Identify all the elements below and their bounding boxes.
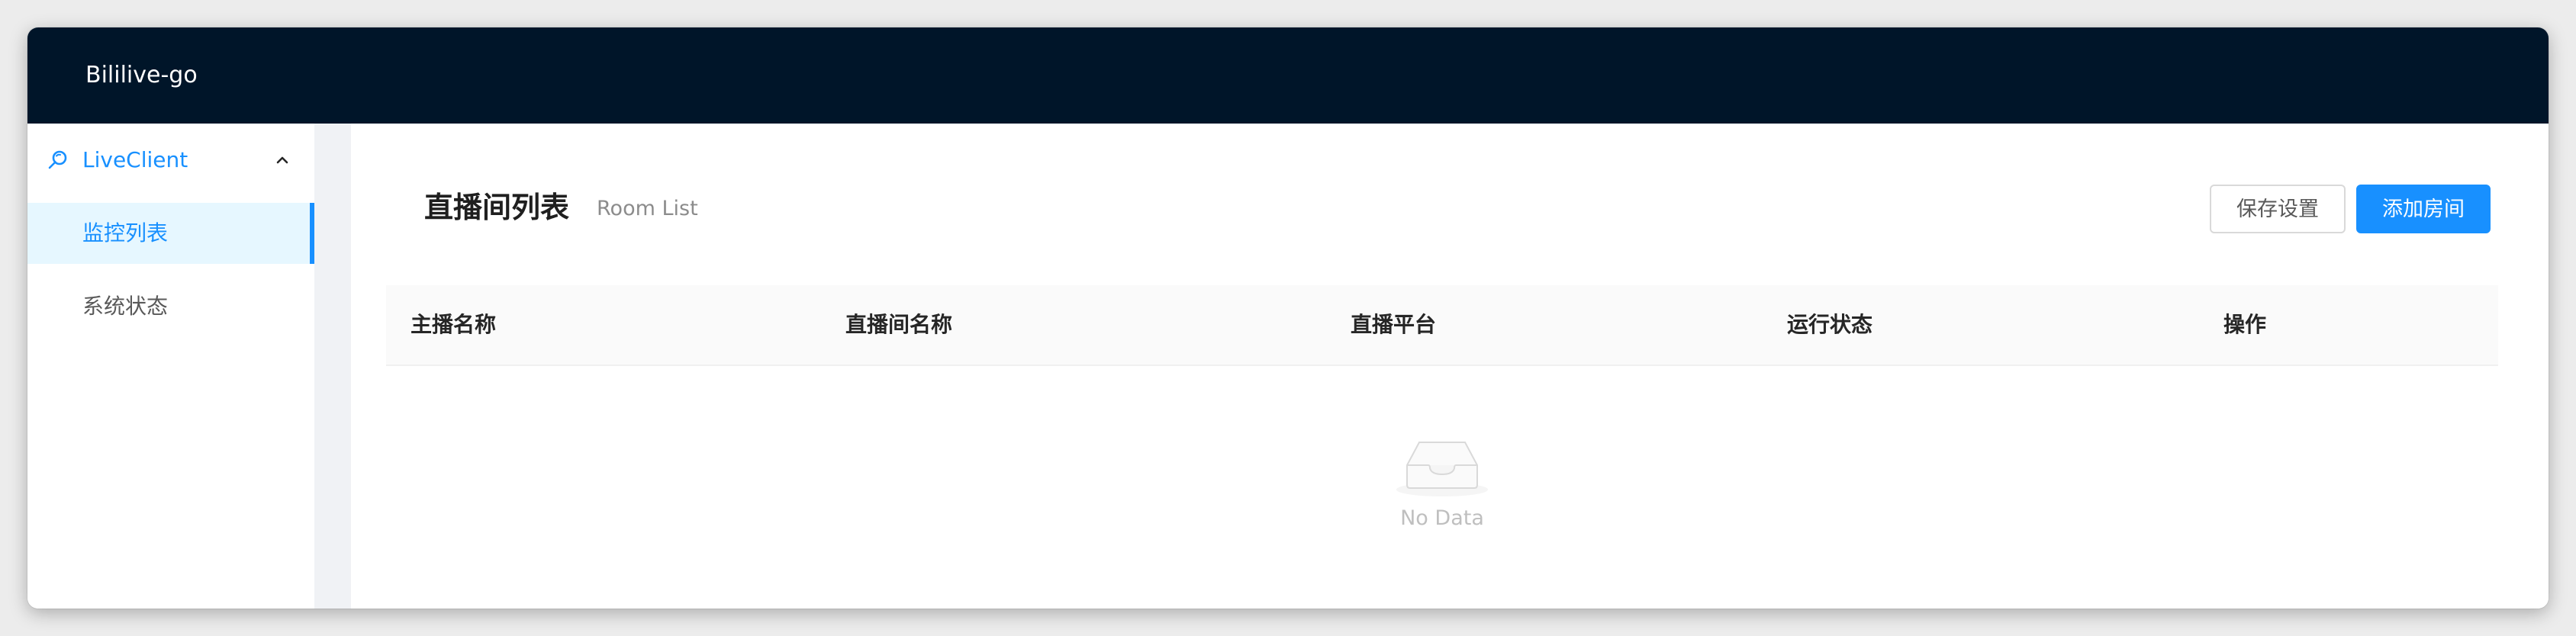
room-table: 主播名称 直播间名称 直播平台 运行状态 操作 No Data <box>386 285 2498 609</box>
search-icon <box>48 150 67 169</box>
sidebar: LiveClient 监控列表 系统状态 <box>27 124 314 609</box>
column-header-room-name[interactable]: 直播间名称 <box>845 285 952 365</box>
sidebar-group-label: LiveClient <box>82 147 188 172</box>
table-header: 主播名称 直播间名称 直播平台 运行状态 操作 <box>386 285 2498 366</box>
column-header-host-name[interactable]: 主播名称 <box>411 285 496 365</box>
app-window: Bililive-go LiveClient 监控列表 系统状态 直播间列表 R… <box>27 27 2549 609</box>
sidebar-item-label: 系统状态 <box>82 294 169 319</box>
sidebar-item-monitor-list[interactable]: 监控列表 <box>27 203 314 264</box>
empty-text: No Data <box>1400 506 1484 530</box>
layout-gutter <box>314 124 351 609</box>
page-title: 直播间列表 <box>424 191 570 224</box>
save-settings-button[interactable]: 保存设置 <box>2210 185 2346 233</box>
table-empty-state: No Data <box>386 366 2498 609</box>
column-header-status[interactable]: 运行状态 <box>1787 285 1872 365</box>
sidebar-group-liveclient[interactable]: LiveClient <box>27 124 314 197</box>
app-title: Bililive-go <box>85 62 198 88</box>
empty-inbox-icon <box>1396 442 1488 496</box>
add-room-button[interactable]: 添加房间 <box>2356 185 2491 233</box>
column-header-platform[interactable]: 直播平台 <box>1351 285 1436 365</box>
main-content: 直播间列表 Room List 保存设置 添加房间 主播名称 直播间名称 直播平… <box>351 124 2549 609</box>
sidebar-item-system-status[interactable]: 系统状态 <box>27 276 314 337</box>
page-subtitle: Room List <box>597 197 698 220</box>
sidebar-item-label: 监控列表 <box>82 220 169 246</box>
column-header-actions[interactable]: 操作 <box>2223 285 2266 365</box>
top-header: Bililive-go <box>27 27 2549 124</box>
chevron-up-icon[interactable] <box>273 151 291 169</box>
